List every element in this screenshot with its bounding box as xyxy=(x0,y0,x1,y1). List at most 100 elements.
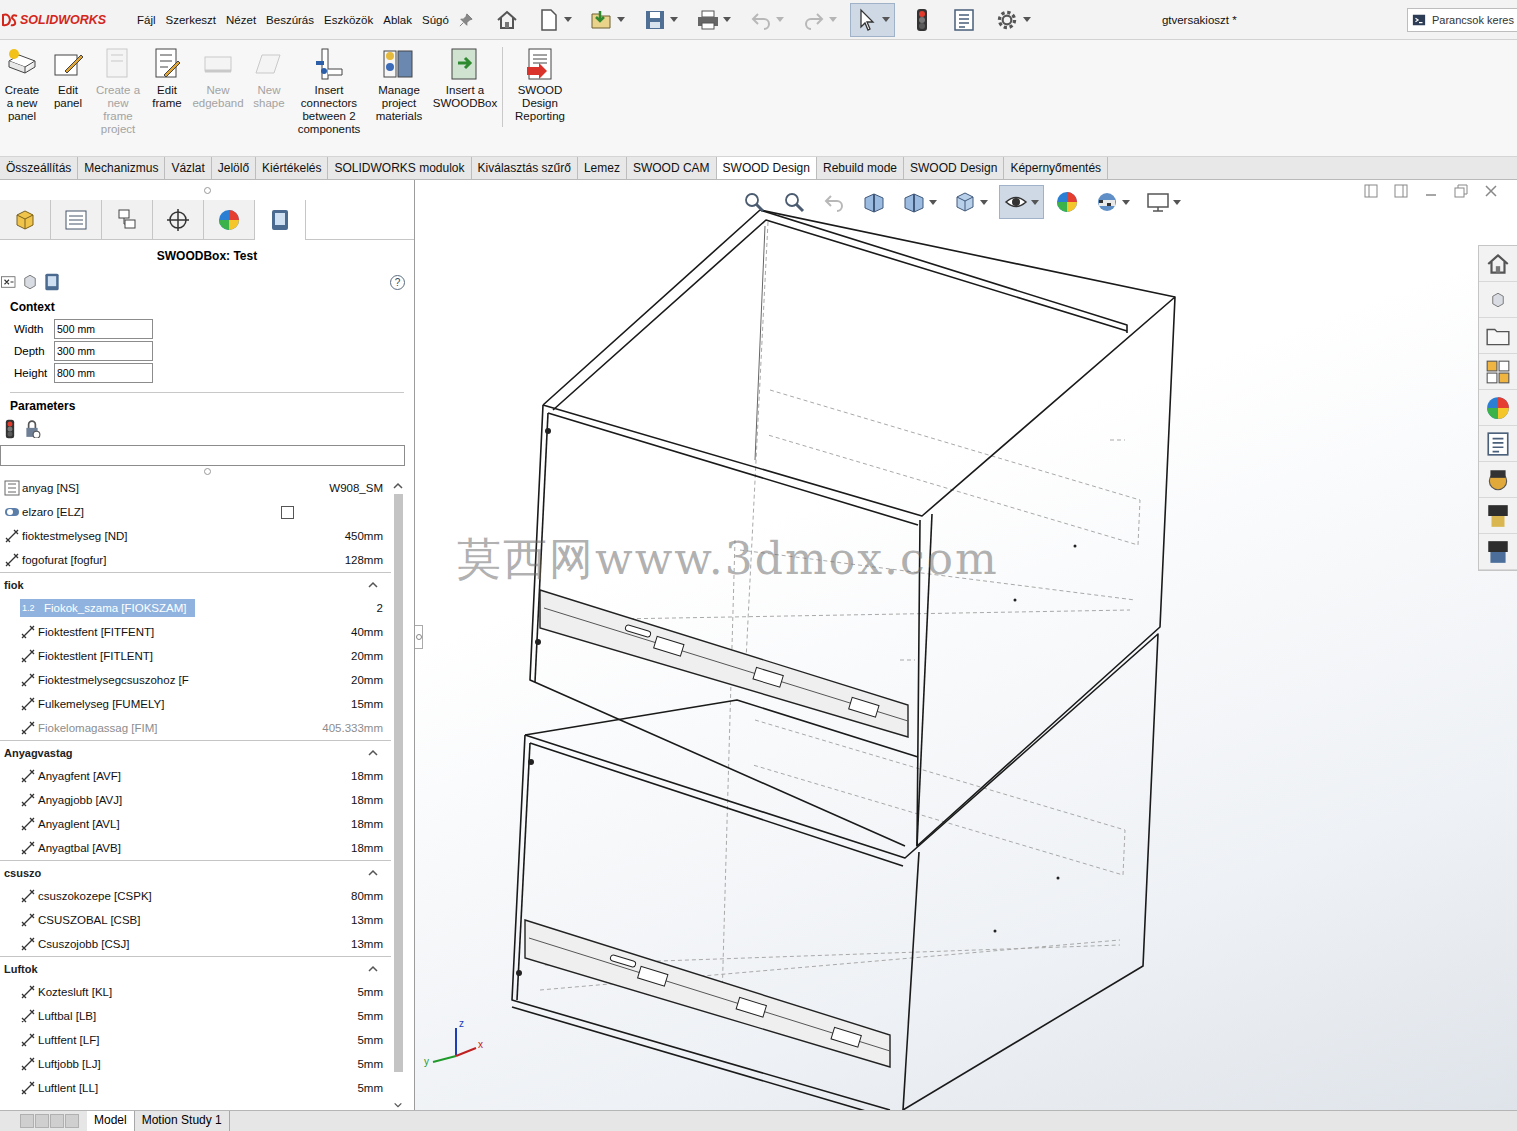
parameter-value[interactable]: 15mm xyxy=(351,698,383,710)
parameter-value[interactable]: 20mm xyxy=(351,674,383,686)
ribbon-button[interactable]: Edit panel xyxy=(44,47,92,110)
parameter-row[interactable]: Fioktestmelysegcsuszohoz [F20mm xyxy=(0,668,391,692)
split-left-icon[interactable] xyxy=(1363,183,1379,199)
print-button[interactable] xyxy=(691,3,736,37)
parameter-row[interactable]: Fioktestfent [FITFENT]40mm xyxy=(0,620,391,644)
panel-collapse-handle[interactable] xyxy=(415,625,423,649)
group-header[interactable]: Anyagvastag xyxy=(0,740,391,764)
parameter-value[interactable]: 2 xyxy=(377,602,383,614)
parameter-value[interactable]: 20mm xyxy=(351,650,383,662)
bottom-tab[interactable]: Model xyxy=(87,1111,135,1131)
split-right-icon[interactable] xyxy=(1393,183,1409,199)
tab-nav-button[interactable] xyxy=(50,1114,64,1128)
command-tab[interactable]: Képernyőmentés xyxy=(1004,157,1108,179)
redo-button[interactable] xyxy=(797,3,842,37)
manager-tab[interactable] xyxy=(204,200,255,239)
ribbon-button[interactable]: Insert connectors between 2 components xyxy=(292,47,366,136)
parameter-value[interactable]: 5mm xyxy=(357,1034,383,1046)
view-tool-button[interactable] xyxy=(817,185,851,219)
parameter-row[interactable]: fogofurat [fogfur] 128mm xyxy=(0,548,391,572)
parameter-label[interactable]: fogofurat [fogfur] xyxy=(20,551,114,569)
select-button[interactable] xyxy=(850,3,895,37)
command-tab[interactable]: SOLIDWORKS modulok xyxy=(328,157,471,179)
command-tab[interactable]: Összeállítás xyxy=(0,157,78,179)
parameter-row[interactable]: anyag [NS]W908_SM xyxy=(0,476,391,500)
manager-tab[interactable] xyxy=(51,200,102,239)
minimize-icon[interactable] xyxy=(1423,183,1439,199)
parameter-row[interactable]: Koztesluft [KL]5mm xyxy=(0,980,391,1004)
scrollbar[interactable] xyxy=(391,476,405,1110)
tab-nav-button[interactable] xyxy=(65,1114,79,1128)
ribbon-button[interactable]: Create a new panel xyxy=(0,47,44,123)
parameter-value[interactable]: 5mm xyxy=(357,1010,383,1022)
group-header[interactable]: Luftok xyxy=(0,956,391,980)
parameter-label[interactable]: Fioktestfent [FITFENT] xyxy=(36,623,162,641)
cabinet-model[interactable] xyxy=(415,180,1517,1110)
parameter-value[interactable]: 13mm xyxy=(351,914,383,926)
menu-item[interactable]: Nézet xyxy=(221,14,261,26)
command-tab[interactable]: Mechanizmus xyxy=(78,157,165,179)
command-tab[interactable]: Kiválasztás szűrő xyxy=(472,157,578,179)
parameter-row[interactable]: Luftfent [LF]5mm xyxy=(0,1028,391,1052)
parameter-row[interactable]: Fiokelomagassag [FIM]405.333mm xyxy=(0,716,391,740)
ribbon-button[interactable]: New edgeband xyxy=(190,47,246,110)
panel-grip[interactable] xyxy=(0,180,414,200)
parameter-value[interactable]: 18mm xyxy=(351,770,383,782)
menu-item[interactable]: Súgó xyxy=(417,14,454,26)
parameter-value[interactable]: 18mm xyxy=(351,842,383,854)
manager-tab[interactable] xyxy=(153,200,204,239)
command-tab[interactable]: Jelölő xyxy=(212,157,256,179)
parameter-row[interactable]: 1.2Fiokok_szama [FIOKSZAM]2 xyxy=(0,596,391,620)
parameter-label[interactable]: fioktestmelyseg [ND] xyxy=(20,527,135,545)
manager-tab[interactable] xyxy=(102,200,153,239)
parameter-label[interactable]: Koztesluft [KL] xyxy=(36,983,120,1001)
parameter-label[interactable]: Fulkemelyseg [FUMELY] xyxy=(36,695,172,713)
parameter-row[interactable]: Fioktestlent [FITLENT]20mm xyxy=(0,644,391,668)
parameter-row[interactable]: Fulkemelyseg [FUMELY] 15mm xyxy=(0,692,391,716)
home-button[interactable] xyxy=(490,3,524,37)
ribbon-button[interactable]: Edit frame xyxy=(144,47,190,110)
parameter-label[interactable]: Luftjobb [LJ] xyxy=(36,1055,109,1073)
view-tool-button[interactable] xyxy=(1141,185,1186,219)
list-grip[interactable] xyxy=(0,466,414,476)
file-properties-button[interactable] xyxy=(947,3,981,37)
close-icon[interactable] xyxy=(1483,183,1499,199)
command-tab[interactable]: Vázlat xyxy=(165,157,211,179)
view-tool-button[interactable] xyxy=(1090,185,1135,219)
tab-nav-button[interactable] xyxy=(20,1114,34,1128)
command-search[interactable]: Parancsok keres xyxy=(1407,8,1517,32)
command-tab[interactable]: SWOOD Design xyxy=(904,157,1004,179)
menu-item[interactable]: Beszúrás xyxy=(261,14,319,26)
parameter-label[interactable]: anyag [NS] xyxy=(20,479,87,497)
pin-button[interactable] xyxy=(454,3,478,37)
undo-button[interactable] xyxy=(744,3,789,37)
command-tab[interactable]: Lemez xyxy=(578,157,627,179)
view-tool-button[interactable] xyxy=(737,185,771,219)
task-pane-button[interactable] xyxy=(1479,354,1517,390)
menu-item[interactable]: Eszközök xyxy=(319,14,378,26)
parameter-value[interactable]: 18mm xyxy=(351,818,383,830)
command-tab[interactable]: Rebuild mode xyxy=(817,157,904,179)
parameter-row[interactable]: csuszokozepe [CSPK]80mm xyxy=(0,884,391,908)
parameter-row[interactable]: Luftlent [LL]5mm xyxy=(0,1076,391,1100)
help-button[interactable]: ? xyxy=(390,275,405,290)
parameter-filter[interactable] xyxy=(0,445,405,466)
command-tab[interactable]: SWOOD Design xyxy=(717,157,817,179)
restore-icon[interactable] xyxy=(1453,183,1469,199)
parameter-value[interactable]: 13mm xyxy=(351,938,383,950)
parameter-value[interactable]: 405.333mm xyxy=(322,722,383,734)
view-tool-button[interactable] xyxy=(948,185,993,219)
parameter-value[interactable]: 128mm xyxy=(345,554,383,566)
ribbon-button[interactable]: Insert a SWOODBox xyxy=(432,47,498,110)
parameter-row[interactable]: Luftbal [LB]5mm xyxy=(0,1004,391,1028)
context-input[interactable]: 500 mm xyxy=(54,319,153,339)
parameter-label[interactable]: Anyagfent [AVF] xyxy=(36,767,129,785)
ribbon-button[interactable]: Create a new frame project xyxy=(92,47,144,136)
parameter-label[interactable]: CSUSZOBAL [CSB] xyxy=(36,911,148,929)
bottom-tab[interactable]: Motion Study 1 xyxy=(135,1111,230,1131)
parameter-label[interactable]: Anyagtbal [AVB] xyxy=(36,839,129,857)
view-tool-button[interactable] xyxy=(897,185,942,219)
view-tool-button[interactable] xyxy=(999,185,1044,219)
group-header[interactable]: csuszo xyxy=(0,860,391,884)
parameter-value[interactable]: 80mm xyxy=(351,890,383,902)
